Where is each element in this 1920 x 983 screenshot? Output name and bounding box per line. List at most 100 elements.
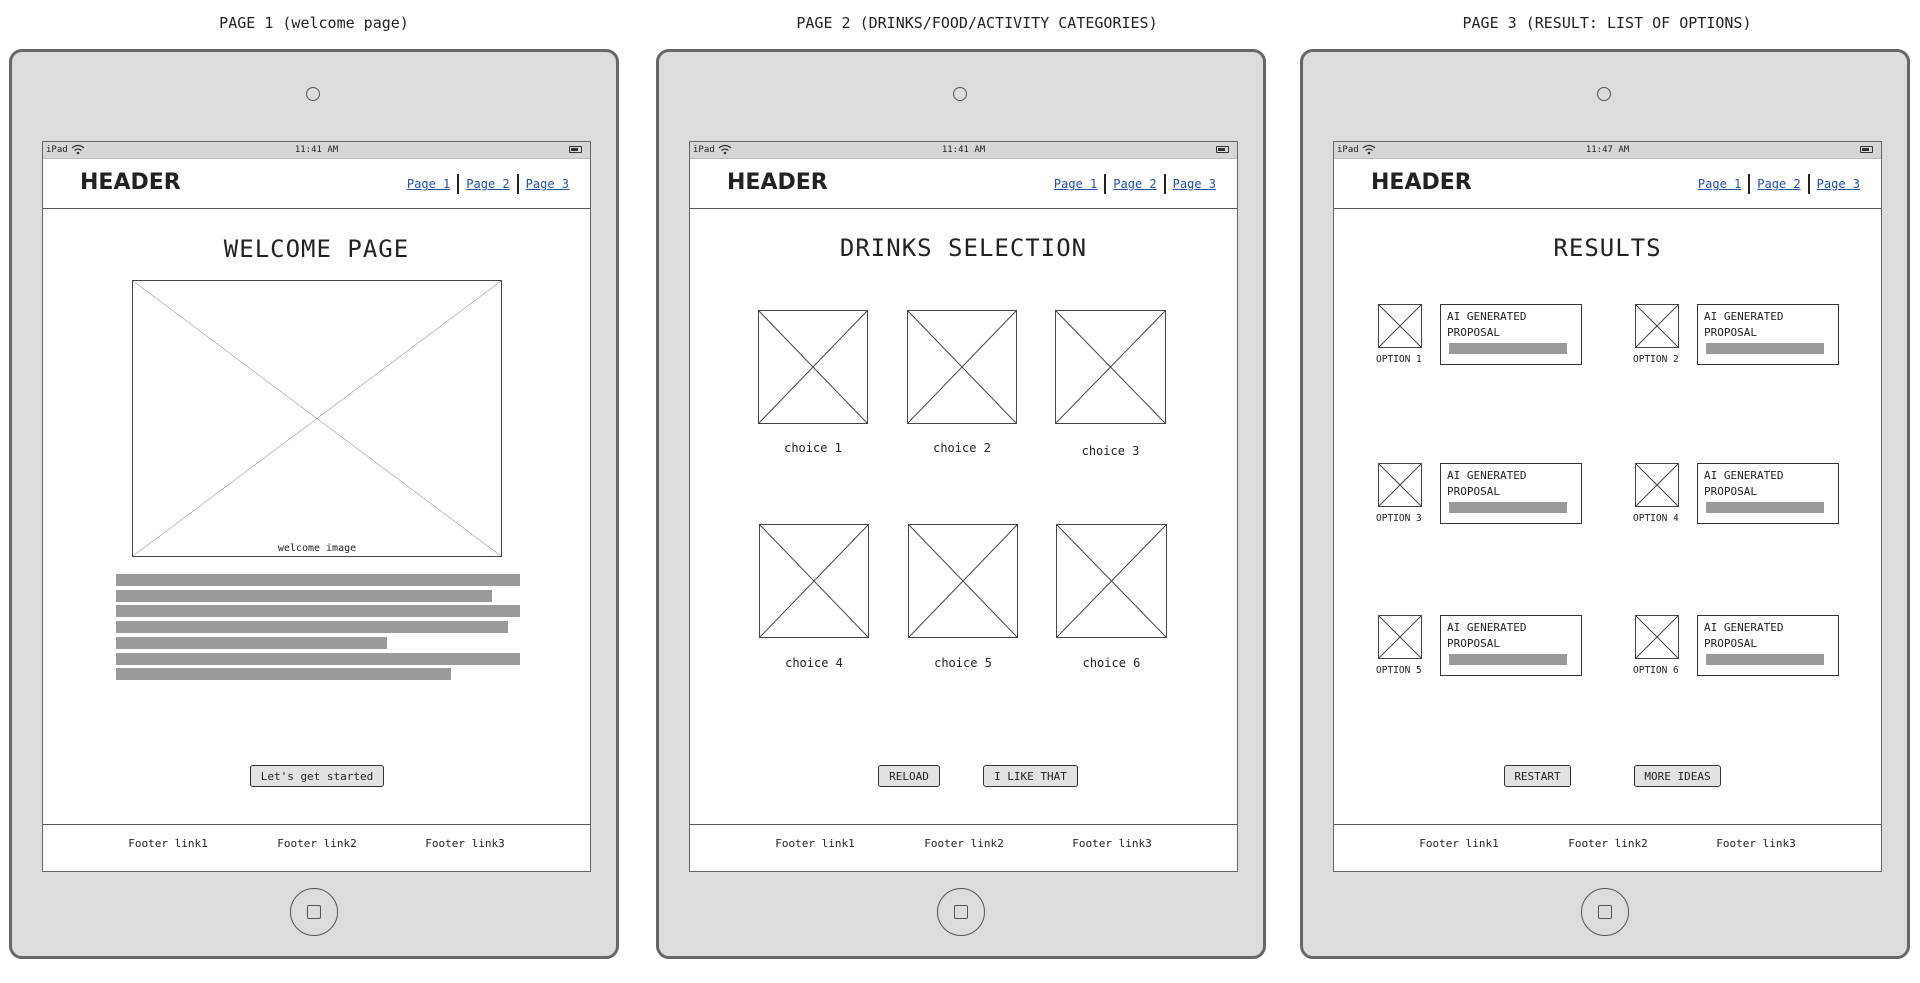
footer-link-2[interactable]: Footer link2	[904, 837, 1024, 850]
status-time: 11:41 AM	[941, 145, 986, 155]
nav-links: Page 1 Page 2 Page 3	[400, 174, 576, 194]
battery-icon	[1860, 146, 1873, 153]
nav-link-page2[interactable]: Page 2	[459, 177, 516, 191]
camera-icon	[953, 87, 967, 101]
proposal-subtitle: PROPOSAL	[1704, 637, 1757, 650]
choice-label: choice 3	[1081, 444, 1140, 458]
choice-label: choice 2	[933, 441, 991, 455]
header-brand: HEADER	[727, 170, 828, 195]
footer-link-2[interactable]: Footer link2	[1548, 837, 1668, 850]
proposal-text-placeholder	[1706, 502, 1824, 513]
option-label: OPTION 1	[1376, 354, 1422, 365]
text-line-placeholder	[116, 605, 520, 617]
footer-link-2[interactable]: Footer link2	[257, 837, 377, 850]
footer-link-1[interactable]: Footer link1	[1399, 837, 1519, 850]
footer-link-1[interactable]: Footer link1	[755, 837, 875, 850]
nav-link-page2[interactable]: Page 2	[1750, 177, 1807, 191]
choice-label: choice 4	[785, 656, 843, 670]
proposal-title: AI GENERATED	[1447, 469, 1527, 482]
screen-page3: iPad 11:47 AM HEADER Page 1 Page 2 Page …	[1333, 141, 1882, 872]
status-time: 11:47 AM	[1585, 145, 1630, 155]
proposal-text-placeholder	[1449, 654, 1567, 665]
nav-link-page3[interactable]: Page 3	[519, 177, 576, 191]
header-brand: HEADER	[1371, 170, 1472, 195]
option-label: OPTION 4	[1633, 513, 1679, 524]
option-thumbnail[interactable]	[1378, 463, 1422, 507]
proposal-title: AI GENERATED	[1447, 621, 1527, 634]
proposal-text-placeholder	[1449, 343, 1567, 354]
proposal-card[interactable]: AI GENERATED PROPOSAL	[1440, 463, 1582, 524]
home-button[interactable]	[1581, 888, 1629, 936]
battery-icon	[1216, 146, 1229, 153]
option-thumbnail[interactable]	[1635, 304, 1679, 348]
home-button[interactable]	[290, 888, 338, 936]
proposal-card[interactable]: AI GENERATED PROPOSAL	[1697, 463, 1839, 524]
proposal-subtitle: PROPOSAL	[1447, 485, 1500, 498]
section-title-page2: PAGE 2 (DRINKS/FOOD/ACTIVITY CATEGORIES)	[796, 14, 1158, 32]
proposal-card[interactable]: AI GENERATED PROPOSAL	[1697, 304, 1839, 365]
get-started-button[interactable]: Let's get started	[250, 765, 384, 787]
nav-link-page1[interactable]: Page 1	[1691, 177, 1748, 191]
nav-link-page3[interactable]: Page 3	[1810, 177, 1867, 191]
nav-links: Page 1 Page 2 Page 3	[1047, 174, 1223, 194]
nav-links: Page 1 Page 2 Page 3	[1691, 174, 1867, 194]
option-label: OPTION 5	[1376, 665, 1422, 676]
choice-image[interactable]	[1056, 524, 1167, 638]
text-line-placeholder	[116, 653, 520, 665]
option-thumbnail[interactable]	[1378, 615, 1422, 659]
proposal-card[interactable]: AI GENERATED PROPOSAL	[1440, 615, 1582, 676]
choice-label: choice 1	[784, 441, 842, 455]
proposal-card[interactable]: AI GENERATED PROPOSAL	[1697, 615, 1839, 676]
option-label: OPTION 6	[1633, 665, 1679, 676]
text-line-placeholder	[116, 621, 508, 633]
proposal-subtitle: PROPOSAL	[1447, 326, 1500, 339]
proposal-card[interactable]: AI GENERATED PROPOSAL	[1440, 304, 1582, 365]
option-thumbnail[interactable]	[1378, 304, 1422, 348]
proposal-text-placeholder	[1706, 343, 1824, 354]
i-like-that-button[interactable]: I LIKE THAT	[983, 765, 1078, 787]
footer-link-3[interactable]: Footer link3	[1052, 837, 1172, 850]
option-thumbnail[interactable]	[1635, 615, 1679, 659]
proposal-text-placeholder	[1706, 654, 1824, 665]
choice-image[interactable]	[907, 310, 1017, 424]
nav-link-page1[interactable]: Page 1	[1047, 177, 1104, 191]
page-title: RESULTS	[1553, 234, 1662, 262]
battery-icon	[569, 146, 582, 153]
footer: Footer link1 Footer link2 Footer link3	[690, 824, 1237, 871]
choice-image[interactable]	[759, 524, 869, 638]
option-label: OPTION 2	[1633, 354, 1679, 365]
choice-image[interactable]	[758, 310, 868, 424]
choice-image[interactable]	[908, 524, 1018, 638]
header-brand: HEADER	[80, 170, 181, 195]
nav-link-page1[interactable]: Page 1	[400, 177, 457, 191]
text-line-placeholder	[116, 637, 387, 649]
nav-link-page2[interactable]: Page 2	[1106, 177, 1163, 191]
ipad-frame-page1: iPad 11:41 AM HEADER Page 1 Page 2 Page …	[9, 49, 619, 959]
footer: Footer link1 Footer link2 Footer link3	[43, 824, 590, 871]
nav-link-page3[interactable]: Page 3	[1166, 177, 1223, 191]
restart-button[interactable]: RESTART	[1504, 765, 1571, 787]
status-bar: iPad 11:47 AM	[1334, 142, 1881, 159]
welcome-image: welcome image	[132, 280, 502, 557]
footer-link-3[interactable]: Footer link3	[1696, 837, 1816, 850]
more-ideas-button[interactable]: MORE IDEAS	[1634, 765, 1721, 787]
ipad-frame-page3: iPad 11:47 AM HEADER Page 1 Page 2 Page …	[1300, 49, 1910, 959]
option-thumbnail[interactable]	[1635, 463, 1679, 507]
image-caption: welcome image	[277, 543, 357, 554]
status-time: 11:41 AM	[294, 145, 339, 155]
text-line-placeholder	[116, 574, 520, 586]
text-line-placeholder	[116, 590, 492, 602]
proposal-title: AI GENERATED	[1447, 310, 1527, 323]
text-line-placeholder	[116, 668, 451, 680]
home-button[interactable]	[937, 888, 985, 936]
navbar: HEADER Page 1 Page 2 Page 3	[43, 158, 590, 209]
footer-link-3[interactable]: Footer link3	[405, 837, 525, 850]
footer-link-1[interactable]: Footer link1	[108, 837, 228, 850]
screen-page2: iPad 11:41 AM HEADER Page 1 Page 2 Page …	[689, 141, 1238, 872]
status-bar: iPad 11:41 AM	[690, 142, 1237, 159]
section-title-page1: PAGE 1 (welcome page)	[219, 14, 409, 32]
status-bar: iPad 11:41 AM	[43, 142, 590, 159]
choice-label: choice 6	[1082, 656, 1141, 670]
choice-image[interactable]	[1055, 310, 1166, 424]
reload-button[interactable]: RELOAD	[878, 765, 940, 787]
